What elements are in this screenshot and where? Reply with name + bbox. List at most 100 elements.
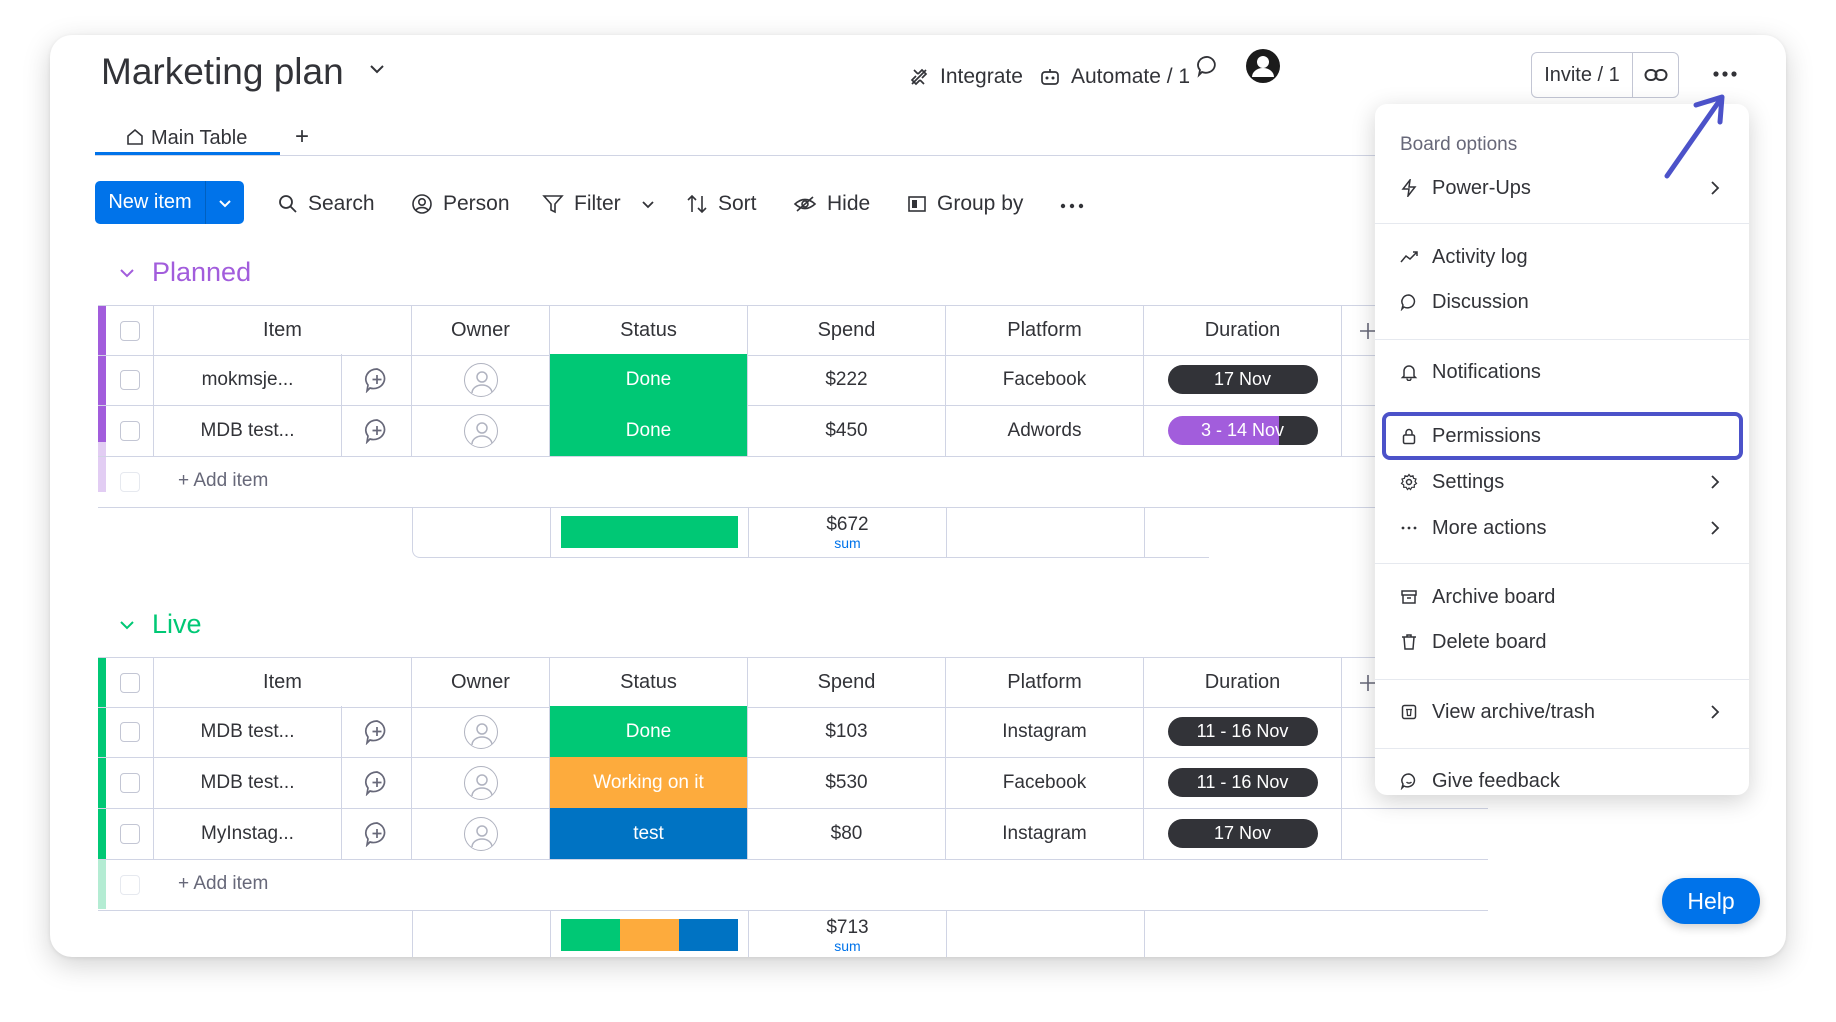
- select-all-checkbox-cell[interactable]: [106, 658, 154, 707]
- status-cell[interactable]: test: [550, 808, 748, 859]
- duration-cell[interactable]: 17 Nov: [1144, 354, 1342, 405]
- menu-item-settings[interactable]: Settings: [1395, 462, 1729, 502]
- item-name[interactable]: MyInstag...: [154, 808, 342, 859]
- integrate-button[interactable]: Integrate: [908, 65, 1023, 89]
- help-button[interactable]: Help: [1662, 878, 1760, 924]
- column-header-duration[interactable]: Duration: [1144, 306, 1342, 355]
- column-header-status[interactable]: Status: [550, 658, 748, 707]
- select-all-checkbox[interactable]: [119, 672, 140, 693]
- sort-button[interactable]: Sort: [686, 192, 757, 216]
- platform-cell[interactable]: Facebook: [946, 757, 1144, 808]
- owner-cell[interactable]: [412, 757, 550, 808]
- add-update-icon[interactable]: [342, 354, 412, 405]
- owner-cell[interactable]: [412, 808, 550, 859]
- toolbar-more-icon[interactable]: [1060, 203, 1084, 209]
- spend-cell[interactable]: $80: [748, 808, 946, 859]
- menu-item-notifications[interactable]: Notifications: [1395, 352, 1729, 392]
- add-item-input[interactable]: + Add item: [178, 873, 268, 895]
- table-row[interactable]: MDB test... Done $450 Adwords 3 - 14 Nov: [98, 405, 1488, 457]
- column-header-owner[interactable]: Owner: [412, 306, 550, 355]
- duration-pill[interactable]: 11 - 16 Nov: [1167, 768, 1318, 797]
- row-checkbox[interactable]: [119, 721, 140, 742]
- spend-cell[interactable]: $530: [748, 757, 946, 808]
- item-name[interactable]: mokmsje...: [154, 354, 342, 405]
- add-item-row[interactable]: + Add item: [98, 859, 1488, 911]
- status-summary[interactable]: [551, 910, 749, 957]
- spend-cell[interactable]: $450: [748, 405, 946, 456]
- status-summary[interactable]: [551, 507, 749, 557]
- spend-summary[interactable]: $713 sum: [749, 910, 947, 957]
- menu-item-more-actions[interactable]: More actions: [1395, 508, 1729, 548]
- duration-cell[interactable]: 11 - 16 Nov: [1144, 706, 1342, 757]
- menu-item-delete-board[interactable]: Delete board: [1395, 622, 1729, 662]
- duration-cell[interactable]: 11 - 16 Nov: [1144, 757, 1342, 808]
- table-row[interactable]: mokmsje... Done $222 Facebook 17 Nov: [98, 354, 1488, 406]
- status-cell[interactable]: Working on it: [550, 757, 748, 808]
- add-view-button[interactable]: +: [295, 123, 309, 151]
- column-header-item[interactable]: Item: [154, 658, 412, 707]
- chevron-down-icon[interactable]: [368, 60, 386, 78]
- new-item-dropdown[interactable]: [206, 181, 244, 224]
- chevron-down-icon[interactable]: [118, 616, 136, 634]
- add-update-icon[interactable]: [342, 405, 412, 456]
- column-header-item[interactable]: Item: [154, 306, 412, 355]
- item-name[interactable]: MDB test...: [154, 757, 342, 808]
- status-cell[interactable]: Done: [550, 706, 748, 757]
- filter-button[interactable]: Filter: [542, 192, 655, 216]
- chevron-down-icon[interactable]: [641, 197, 655, 211]
- owner-cell[interactable]: [412, 354, 550, 405]
- menu-item-archive-board[interactable]: Archive board: [1395, 577, 1729, 617]
- new-item-label[interactable]: New item: [95, 181, 206, 224]
- row-checkbox[interactable]: [119, 823, 140, 844]
- platform-cell[interactable]: Instagram: [946, 808, 1144, 859]
- menu-item-view-archive-trash[interactable]: View archive/trash: [1395, 692, 1729, 732]
- row-checkbox-cell[interactable]: [106, 808, 154, 859]
- tab-main-table[interactable]: Main Table: [95, 127, 280, 155]
- column-header-platform[interactable]: Platform: [946, 306, 1144, 355]
- menu-item-permissions[interactable]: Permissions: [1395, 416, 1729, 456]
- add-item-row[interactable]: + Add item: [98, 456, 1488, 508]
- item-name[interactable]: MDB test...: [154, 706, 342, 757]
- menu-item-discussion[interactable]: Discussion: [1395, 282, 1729, 322]
- column-header-status[interactable]: Status: [550, 306, 748, 355]
- platform-cell[interactable]: Adwords: [946, 405, 1144, 456]
- duration-pill[interactable]: 17 Nov: [1167, 365, 1318, 394]
- add-item-input[interactable]: + Add item: [178, 470, 268, 492]
- group-header-live[interactable]: Live: [118, 609, 202, 640]
- row-checkbox[interactable]: [119, 369, 140, 390]
- row-checkbox-cell[interactable]: [106, 405, 154, 456]
- user-avatar[interactable]: [1245, 48, 1281, 84]
- menu-item-activity-log[interactable]: Activity log: [1395, 237, 1729, 277]
- platform-cell[interactable]: Facebook: [946, 354, 1144, 405]
- item-name[interactable]: MDB test...: [154, 405, 342, 456]
- group-title-planned[interactable]: Planned: [152, 257, 251, 288]
- column-header-duration[interactable]: Duration: [1144, 658, 1342, 707]
- table-row[interactable]: MDB test... Working on it $530 Facebook …: [98, 757, 1488, 809]
- select-all-checkbox-cell[interactable]: [106, 306, 154, 355]
- search-button[interactable]: Search: [278, 192, 375, 216]
- duration-cell[interactable]: 3 - 14 Nov: [1144, 405, 1342, 456]
- select-all-checkbox[interactable]: [119, 320, 140, 341]
- group-header-planned[interactable]: Planned: [118, 257, 251, 288]
- row-checkbox-cell[interactable]: [106, 706, 154, 757]
- column-header-platform[interactable]: Platform: [946, 658, 1144, 707]
- duration-cell[interactable]: 17 Nov: [1144, 808, 1342, 859]
- automate-button[interactable]: Automate / 1: [1039, 65, 1190, 89]
- hide-button[interactable]: Hide: [793, 192, 870, 216]
- person-filter-button[interactable]: Person: [411, 192, 510, 216]
- chevron-down-icon[interactable]: [118, 264, 136, 282]
- new-item-button[interactable]: New item: [95, 181, 244, 224]
- column-header-spend[interactable]: Spend: [748, 306, 946, 355]
- spend-cell[interactable]: $222: [748, 354, 946, 405]
- table-row[interactable]: MDB test... Done $103 Instagram 11 - 16 …: [98, 706, 1488, 758]
- row-checkbox[interactable]: [119, 772, 140, 793]
- spend-summary[interactable]: $672 sum: [749, 507, 947, 557]
- board-title[interactable]: Marketing plan: [101, 51, 344, 93]
- invite-button[interactable]: Invite / 1: [1532, 53, 1633, 97]
- column-header-owner[interactable]: Owner: [412, 658, 550, 707]
- table-row[interactable]: MyInstag... test $80 Instagram 17 Nov: [98, 808, 1488, 860]
- group-title-live[interactable]: Live: [152, 609, 202, 640]
- spend-cell[interactable]: $103: [748, 706, 946, 757]
- add-update-icon[interactable]: [342, 808, 412, 859]
- add-update-icon[interactable]: [342, 706, 412, 757]
